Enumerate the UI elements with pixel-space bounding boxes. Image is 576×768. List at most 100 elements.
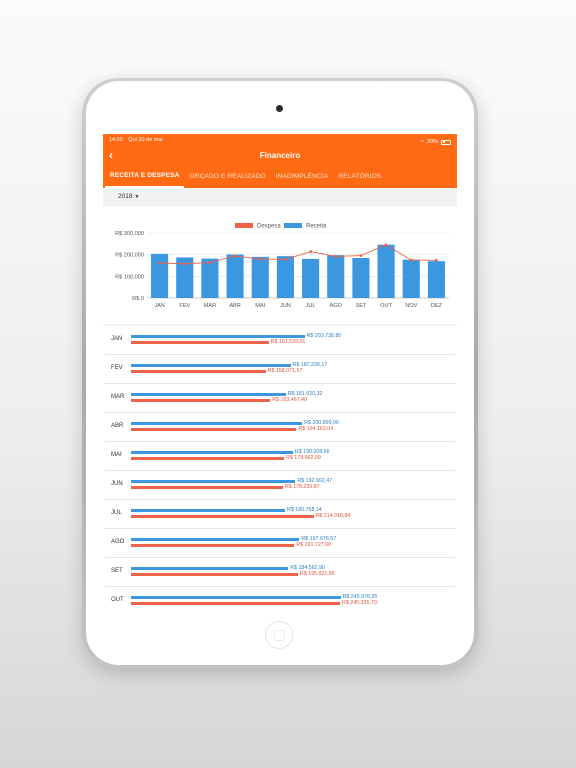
bar-receita (131, 509, 285, 512)
x-tick-label: FEV (179, 303, 190, 309)
month-row[interactable]: OUT R$ 245.976,35 R$ 245.326,70 (105, 587, 455, 610)
wifi-icon: ≈ (420, 139, 424, 145)
battery-icon (441, 139, 451, 145)
bar-despesa (131, 341, 269, 344)
point-despesa (233, 254, 237, 258)
tab-receita-despesa[interactable]: RECEITA E DESPESA (105, 164, 185, 188)
point-despesa (208, 261, 212, 264)
battery-percent: 20% (426, 139, 438, 145)
receita-value: R$ 203.738,80 (306, 332, 342, 339)
home-button[interactable] (265, 621, 293, 649)
bar-despesa (131, 515, 314, 518)
line-despesa (159, 244, 437, 265)
point-despesa (359, 254, 363, 257)
app-header: 14:00 Qui 30 de mai ≈ 20% ‹ Financeiro R… (103, 134, 457, 188)
bar-despesa (131, 457, 285, 460)
month-row[interactable]: JUN R$ 192.992,47 R$ 178.239,87 (105, 471, 455, 500)
point-despesa (183, 262, 187, 266)
bar-receita (251, 256, 269, 298)
revenue-expense-chart: Despesa Receita R$ 300,000 R$ 200,000 R$ 100… (115, 223, 449, 309)
despesa-value: R$ 161.539,01 (270, 338, 306, 345)
page-title: Financeiro (259, 151, 301, 160)
app-screen: 14:00 Qui 30 de mai ≈ 20% ‹ Financeiro R… (103, 134, 457, 610)
month-label: AGO (111, 539, 125, 545)
bar-receita (201, 258, 219, 298)
despesa-value: R$ 194.163,04 (298, 425, 334, 432)
month-row[interactable]: FEV R$ 187.236,17 R$ 158.071,57 (105, 355, 455, 384)
tab-orcado-realizado[interactable]: ORÇADO E REALIZADO (184, 164, 270, 188)
y-tick-label: R$ 300,000 (115, 231, 144, 237)
bar-receita (131, 364, 291, 367)
point-despesa (409, 258, 413, 262)
chart-card: Despesa Receita R$ 300,000 R$ 200,000 R$ 100… (103, 206, 457, 324)
point-despesa (284, 257, 287, 261)
year-value: 2018 (118, 193, 133, 200)
point-despesa (309, 250, 312, 253)
despesa-value: R$ 195.921,86 (299, 570, 335, 577)
despesa-value: R$ 178.239,87 (284, 483, 320, 490)
x-tick-label: JUL (306, 303, 316, 309)
bar-receita (131, 393, 286, 396)
despesa-value: R$ 163.467,40 (272, 396, 308, 403)
point-despesa (384, 243, 388, 247)
month-label: ABR (111, 423, 124, 429)
bar-despesa (131, 544, 295, 547)
despesa-value: R$ 158.071,57 (267, 367, 303, 374)
month-row[interactable]: AGO R$ 197.676,57 R$ 191.727,66 (105, 529, 455, 558)
legend-receita-label: Receita (306, 224, 327, 230)
x-tick-label: JUN (280, 303, 291, 309)
status-bar: 14:00 Qui 30 de mai ≈ 20% (103, 134, 457, 147)
bar-receita (131, 596, 341, 599)
point-despesa (158, 261, 161, 265)
tab-relatorios[interactable]: RELATÓRIOS (333, 164, 386, 188)
month-row[interactable]: JUL R$ 180.758,14 R$ 214.318,84 (105, 500, 455, 529)
bar-despesa (131, 486, 283, 489)
bar-receita (131, 567, 289, 570)
x-tick-label: MAI (255, 303, 265, 309)
chevron-left-icon[interactable]: ‹ (109, 148, 113, 162)
bar-receita (377, 244, 395, 298)
month-label: MAI (111, 452, 122, 458)
point-despesa (258, 257, 262, 261)
x-tick-label: AGO (330, 303, 343, 309)
bar-receita (131, 538, 300, 541)
bar-receita (402, 259, 420, 298)
legend-despesa-swatch (235, 223, 253, 228)
despesa-value: R$ 214.318,84 (315, 512, 351, 519)
bar-receita (352, 258, 370, 298)
bar-despesa (131, 428, 297, 431)
month-row[interactable]: MAR R$ 181.620,32 R$ 163.467,40 (105, 384, 455, 413)
bar-receita (131, 451, 293, 454)
x-tick-label: NOV (405, 303, 417, 309)
bar-receita (131, 422, 303, 425)
bar-despesa (131, 602, 341, 605)
tab-bar: RECEITA E DESPESA ORÇADO E REALIZADO INA… (103, 164, 457, 188)
monthly-list: JAN R$ 203.738,80 R$ 161.539,01 FEV R$ 187.2… (103, 326, 457, 610)
month-row[interactable]: JAN R$ 203.738,80 R$ 161.539,01 (105, 326, 455, 355)
month-row[interactable]: MAI R$ 190.008,66 R$ 179.662,99 (105, 442, 455, 471)
month-label: JAN (111, 336, 123, 342)
month-row[interactable]: ABR R$ 200.899,06 R$ 194.163,04 (105, 413, 455, 442)
month-label: JUN (111, 481, 123, 487)
month-row[interactable]: SET R$ 184.562,90 R$ 195.921,86 (105, 558, 455, 587)
x-tick-label: MAR (204, 303, 216, 309)
point-despesa (435, 258, 438, 262)
month-label: JUL (111, 510, 122, 516)
bar-despesa (131, 370, 266, 373)
month-label: FEV (111, 365, 123, 371)
y-tick-label: R$ 0 (132, 296, 144, 302)
legend-receita-swatch (284, 223, 302, 228)
status-date: Qui 30 de mai (128, 137, 163, 143)
tab-inadimplencia[interactable]: INADIMPLÊNCIA (271, 164, 334, 188)
year-dropdown[interactable]: 2018 ▼ (103, 188, 457, 206)
bar-receita (151, 253, 169, 298)
legend-despesa-label: Despesa (257, 224, 281, 230)
point-despesa (334, 255, 338, 258)
camera-icon (276, 105, 283, 112)
bar-receita (131, 335, 305, 338)
x-tick-label: ABR (229, 303, 241, 309)
y-tick-label: R$ 100,000 (115, 274, 144, 280)
bar-receita (226, 254, 244, 298)
bar-receita (302, 258, 320, 298)
bar-receita (327, 255, 345, 298)
